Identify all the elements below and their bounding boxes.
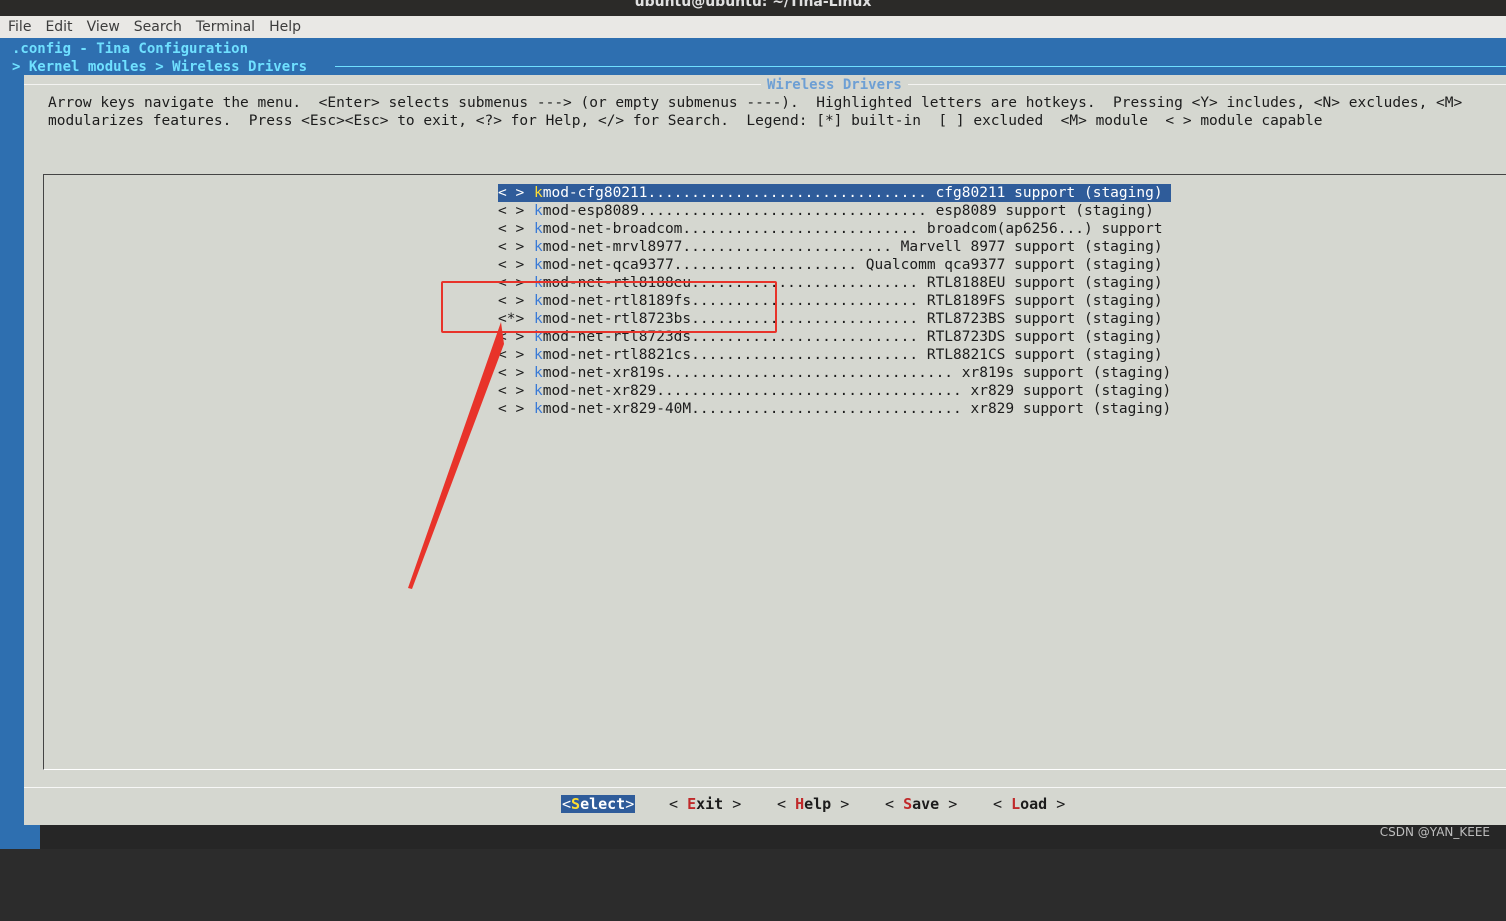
- annotation-arrow-icon: [408, 322, 504, 589]
- watermark: CSDN @YAN_KEEE: [1379, 825, 1490, 839]
